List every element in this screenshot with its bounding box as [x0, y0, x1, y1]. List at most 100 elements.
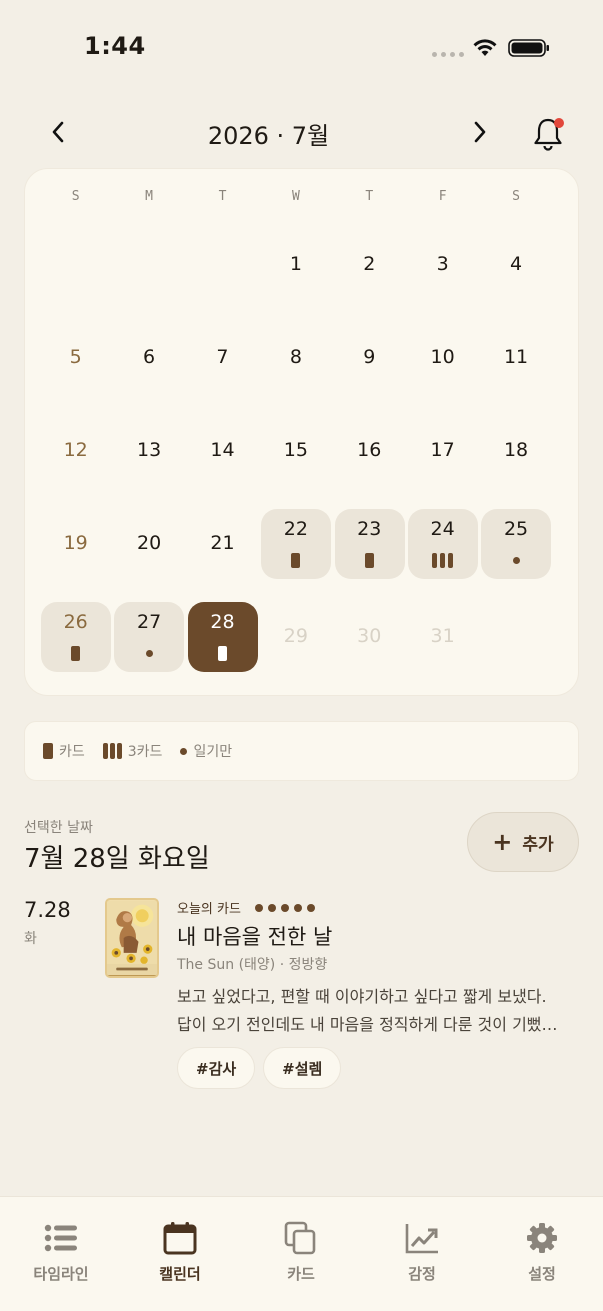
entry-date: 7.28 — [24, 898, 71, 922]
day-cell[interactable]: 12 — [39, 411, 112, 504]
weekday-label: T — [365, 189, 374, 204]
day-cell[interactable]: 13 — [112, 411, 185, 504]
day-number: 4 — [509, 253, 523, 275]
month-title: 2026 · 7월 — [207, 122, 330, 150]
day-cell[interactable]: 27 — [112, 597, 185, 690]
day-cell[interactable]: 18 — [479, 411, 552, 504]
weekday-label: T — [218, 189, 227, 204]
legend-diary: 일기만 — [180, 741, 232, 761]
tarot-card-thumbnail — [105, 898, 159, 978]
entry-body-line: 보고 싶었다고, 편할 때 이야기하고 싶다고 짧게 보냈다. — [177, 987, 547, 1006]
day-number: 27 — [136, 611, 162, 633]
day-cell[interactable]: 4 — [479, 225, 552, 318]
rating-dots — [254, 903, 315, 912]
chevron-left-icon — [52, 121, 64, 143]
day-number: 10 — [430, 346, 455, 368]
tab-timeline[interactable]: 타임라인 — [6, 1221, 116, 1284]
day-cell[interactable]: 6 — [112, 318, 185, 411]
weekday-label: F — [438, 189, 447, 204]
tab-settings[interactable]: 설정 — [487, 1221, 597, 1284]
tab-label: 카드 — [287, 1265, 315, 1283]
weekday-label: S — [512, 189, 520, 204]
empty-day-cell — [39, 225, 112, 318]
selected-date-label: 선택한 날짜 — [24, 820, 93, 836]
day-cell[interactable]: 24 — [406, 504, 479, 597]
day-cell[interactable]: 9 — [333, 318, 406, 411]
day-cell[interactable]: 14 — [186, 411, 259, 504]
weekday-label: M — [145, 189, 153, 204]
day-number: 28 — [210, 611, 235, 633]
tab-label: 타임라인 — [33, 1265, 89, 1283]
entry-body-line: 답이 오기 전인데도 내 마음을 정직하게 다룬 것이 기뻤… — [177, 1015, 558, 1034]
day-cell[interactable]: 8 — [259, 318, 332, 411]
calendar-grid: S M T W T F S 1 2 3 4 5 6 7 8 9 10 11 12 13 14 15 16 17 1… — [24, 168, 579, 696]
day-cell[interactable]: 19 — [39, 504, 112, 597]
empty-day-cell — [186, 225, 259, 318]
tab-cards[interactable]: 카드 — [246, 1221, 356, 1284]
card-marker-icon — [333, 553, 406, 568]
day-cell[interactable]: 3 — [406, 225, 479, 318]
wifi-icon — [473, 39, 497, 56]
day-number: 30 — [357, 625, 382, 647]
day-number: 5 — [69, 346, 82, 368]
day-number: 18 — [503, 439, 529, 461]
day-cell[interactable]: 1 — [259, 225, 332, 318]
diary-marker-icon — [112, 646, 185, 657]
legend-card: 카드 — [43, 741, 85, 761]
day-cell[interactable]: 7 — [186, 318, 259, 411]
weekday-label: S — [71, 189, 80, 204]
day-number: 11 — [503, 346, 529, 368]
day-number: 8 — [289, 346, 302, 368]
day-cell[interactable]: 22 — [259, 504, 332, 597]
day-number: 23 — [357, 518, 382, 540]
entry-tag-line: 오늘의 카드 — [177, 898, 315, 917]
day-cell[interactable]: 29 — [259, 597, 332, 690]
calendar-header: 2026 · 7월 — [0, 104, 603, 160]
day-number: 1 — [289, 253, 302, 275]
day-cell[interactable]: 10 — [406, 318, 479, 411]
trend-chart-icon — [405, 1224, 438, 1254]
day-cell[interactable]: 17 — [406, 411, 479, 504]
day-cell[interactable]: 16 — [333, 411, 406, 504]
day-cell[interactable]: 2 — [333, 225, 406, 318]
add-button-label: 추가 — [522, 834, 554, 855]
card-marker-icon — [186, 646, 259, 661]
tab-calendar[interactable]: 캘린더 — [125, 1221, 235, 1284]
tab-emotion[interactable]: 감정 — [367, 1221, 477, 1284]
day-number: 15 — [283, 439, 308, 461]
day-number: 21 — [210, 532, 235, 554]
day-cell[interactable]: 11 — [479, 318, 552, 411]
day-number: 29 — [283, 625, 308, 647]
card-marker-icon — [43, 743, 53, 759]
tag-chip[interactable]: #감사 — [177, 1047, 256, 1089]
entry-tags: #감사 #설렘 — [177, 1047, 342, 1089]
day-number: 9 — [363, 346, 376, 368]
tag-chip[interactable]: #설렘 — [263, 1047, 342, 1089]
status-time: 1:44 — [84, 32, 146, 60]
day-number: 12 — [63, 439, 88, 461]
day-number: 22 — [283, 518, 308, 540]
day-cell[interactable]: 5 — [39, 318, 112, 411]
three-card-marker-icon — [406, 553, 479, 568]
day-cell[interactable]: 23 — [333, 504, 406, 597]
calendar-icon — [163, 1222, 197, 1255]
add-entry-button[interactable]: + 추가 — [467, 812, 579, 872]
day-cell[interactable]: 26 — [39, 597, 112, 690]
prev-month-button[interactable] — [40, 114, 76, 150]
day-number: 13 — [136, 439, 162, 461]
day-number: 31 — [430, 625, 455, 647]
tab-bar: 타임라인 캘린더 카드 감정 설정 — [0, 1196, 603, 1311]
day-cell[interactable]: 21 — [186, 504, 259, 597]
legend-diary-label: 일기만 — [193, 744, 233, 760]
day-cell[interactable]: 30 — [333, 597, 406, 690]
day-cell[interactable]: 25 — [479, 504, 552, 597]
day-cell[interactable]: 28 — [186, 597, 259, 690]
entry-title: 내 마음을 전한 날 — [177, 925, 333, 949]
next-month-button[interactable] — [462, 114, 498, 150]
entry-day-of-week: 화 — [24, 931, 37, 947]
day-cell[interactable]: 31 — [406, 597, 479, 690]
three-card-marker-icon — [102, 743, 122, 759]
weekday-row: S M T W T F S — [39, 189, 553, 204]
day-cell[interactable]: 15 — [259, 411, 332, 504]
day-cell[interactable]: 20 — [112, 504, 185, 597]
